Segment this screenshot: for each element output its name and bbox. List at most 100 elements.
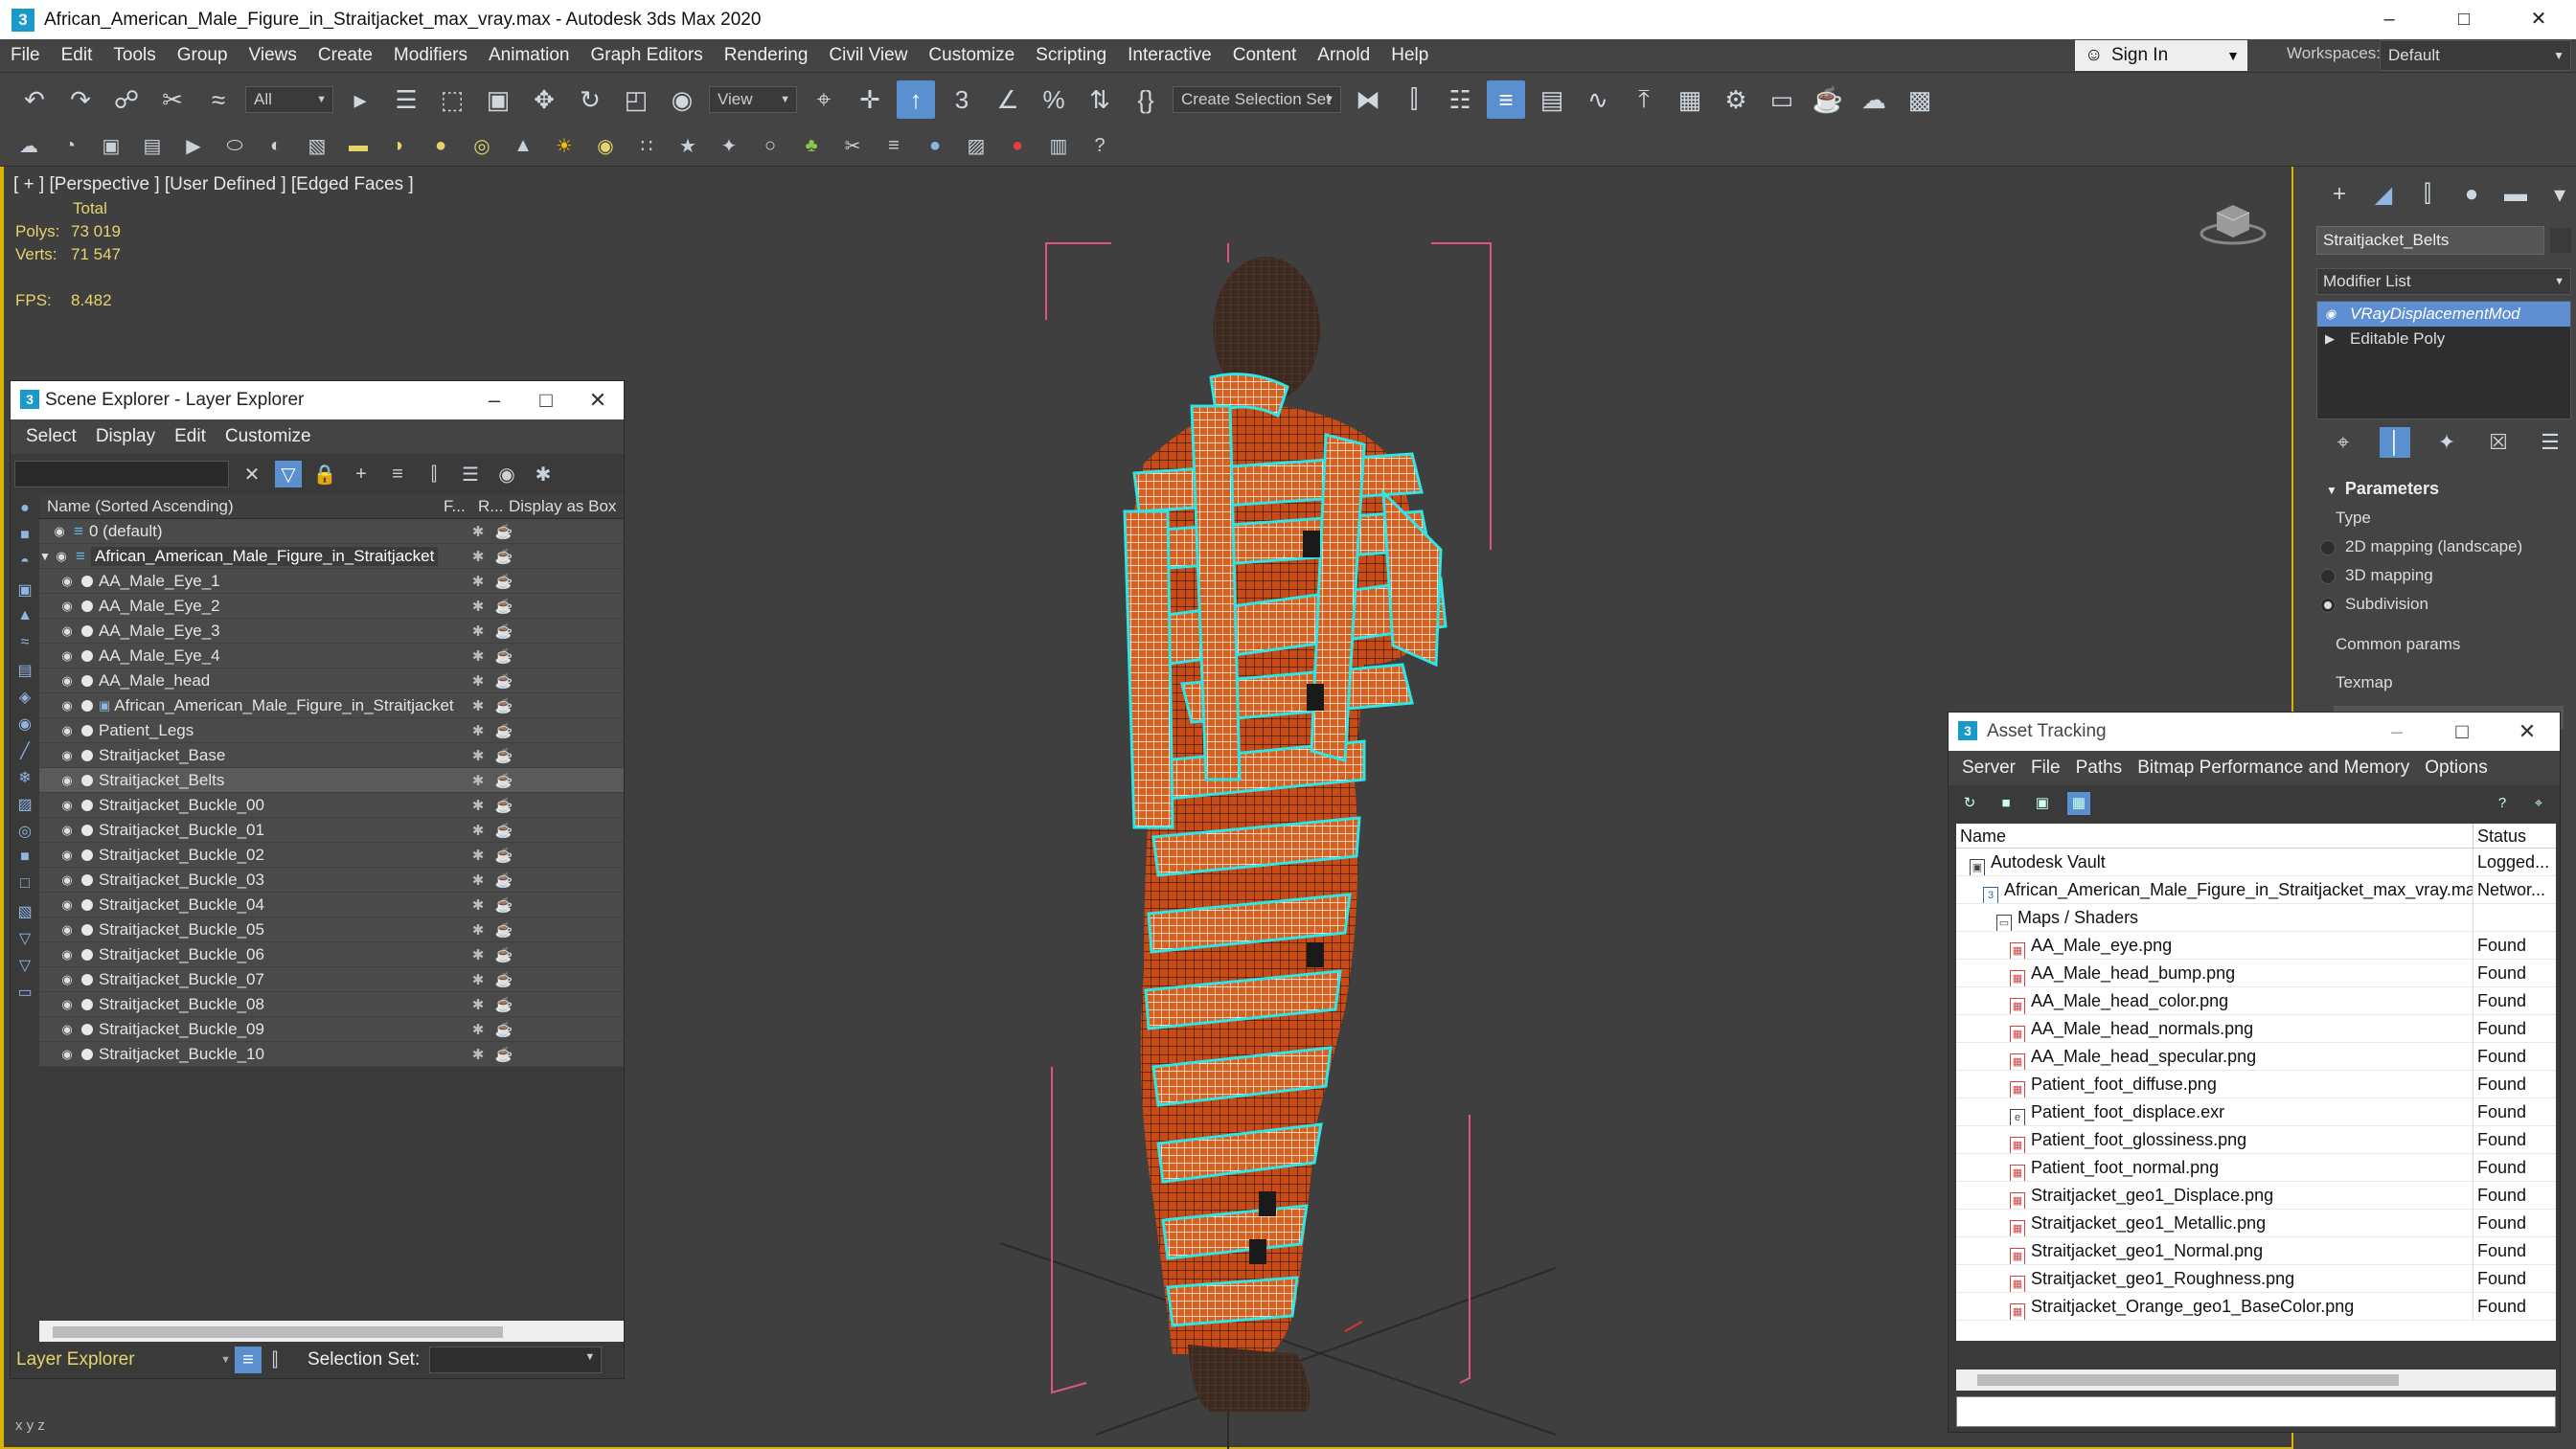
render-toggle-icon[interactable]: ☕ xyxy=(490,772,518,789)
menu-civil-view[interactable]: Civil View xyxy=(818,45,918,66)
toggle-layer-explorer-icon[interactable]: ≡ xyxy=(1487,80,1525,119)
filter-visible-icon[interactable]: ◎ xyxy=(14,822,35,843)
clear-search-icon[interactable]: ✕ xyxy=(239,461,265,487)
menu-group[interactable]: Group xyxy=(167,45,239,66)
close-button[interactable]: ✕ xyxy=(572,381,624,419)
layer-row[interactable]: ◉ Straitjacket_Buckle_00 ✱ ☕ xyxy=(39,793,624,818)
filter-selection-icon[interactable]: ▽ xyxy=(14,929,35,950)
asset-row[interactable]: ▦ Patient_foot_normal.png Found xyxy=(1956,1154,2556,1182)
menu-create[interactable]: Create xyxy=(308,45,383,66)
plane-icon[interactable]: ▬ xyxy=(345,133,372,160)
maximize-button[interactable]: □ xyxy=(2429,713,2495,751)
layer-row[interactable]: ◉ Straitjacket_Belts ✱ ☕ xyxy=(39,768,624,793)
ribbon-icon[interactable]: ▤ xyxy=(1533,80,1571,119)
material-editor-icon[interactable]: ▦ xyxy=(1671,80,1709,119)
mirror-icon[interactable]: ⧓ xyxy=(1349,80,1387,119)
link-icon[interactable]: ☍ xyxy=(107,80,146,119)
freeze-toggle-icon[interactable]: ✱ xyxy=(464,697,492,714)
filter-helpers-icon[interactable]: ▲ xyxy=(14,607,35,628)
unlink-icon[interactable]: ✂ xyxy=(153,80,192,119)
cylinder-icon[interactable]: ◗ xyxy=(386,133,413,160)
undo-icon[interactable]: ↶ xyxy=(15,80,54,119)
column-status[interactable]: Status xyxy=(2473,824,2526,848)
render-production-icon[interactable]: ☕ xyxy=(1809,80,1847,119)
select-by-name-icon[interactable]: ☰ xyxy=(387,80,425,119)
rotate-icon[interactable]: ↻ xyxy=(571,80,609,119)
visibility-eye-icon[interactable]: ◉ xyxy=(58,947,76,962)
menu-arnold[interactable]: Arnold xyxy=(1307,45,1380,66)
spinner-snap-icon[interactable]: ⇅ xyxy=(1081,80,1119,119)
layer-row[interactable]: ◉ Straitjacket_Buckle_02 ✱ ☕ xyxy=(39,843,624,868)
render-toggle-icon[interactable]: ☕ xyxy=(490,921,518,939)
make-unique-icon[interactable]: ✦ xyxy=(2431,427,2462,458)
layer-row[interactable]: ◉ AA_Male_Eye_4 ✱ ☕ xyxy=(39,644,624,668)
asset-row[interactable]: ▦ AA_Male_head_color.png Found xyxy=(1956,987,2556,1015)
viewport-label[interactable]: [ + ] [Perspective ] [User Defined ] [Ed… xyxy=(13,174,414,195)
asset-row[interactable]: ▭ Maps / Shaders xyxy=(1956,904,2556,932)
filter-invert-icon[interactable]: ▧ xyxy=(14,902,35,923)
column-renderable[interactable]: R... xyxy=(470,497,503,516)
freeze-toggle-icon[interactable]: ✱ xyxy=(464,573,492,590)
asset-row[interactable]: 3 African_American_Male_Figure_in_Straitj… xyxy=(1956,876,2556,904)
se-menu-display[interactable]: Display xyxy=(86,426,165,447)
layer-row[interactable]: ◉ Straitjacket_Buckle_10 ✱ ☕ xyxy=(39,1042,624,1067)
reference-coordinate-dropdown[interactable]: View ▼ xyxy=(709,86,797,113)
workspace-select[interactable]: Default ▼ xyxy=(2380,40,2571,71)
minimize-button[interactable]: – xyxy=(468,381,520,419)
layer-row[interactable]: ◉ AA_Male_Eye_3 ✱ ☕ xyxy=(39,619,624,644)
visibility-eye-icon[interactable]: ◉ xyxy=(58,599,76,614)
show-end-result-icon[interactable]: │ xyxy=(2380,427,2410,458)
viewcube-icon[interactable] xyxy=(2200,201,2267,245)
expand-arrow-icon[interactable]: ▶ xyxy=(2325,327,2335,351)
create-tab-icon[interactable]: + xyxy=(2324,181,2355,212)
filter-frozen-icon[interactable]: ❄ xyxy=(14,768,35,789)
explorer-selector[interactable]: Layer Explorer ▼ xyxy=(14,1347,235,1373)
freeze-toggle-icon[interactable]: ✱ xyxy=(464,971,492,988)
filter-bones-icon[interactable]: ◉ xyxy=(14,714,35,736)
filter-lights-icon[interactable]: ◓ xyxy=(14,554,35,575)
type-radio[interactable]: Subdivision xyxy=(2313,595,2576,614)
close-button[interactable]: ✕ xyxy=(2501,0,2576,39)
asset-row[interactable]: ▦ AA_Male_head_specular.png Found xyxy=(1956,1043,2556,1071)
modifier-stack-item[interactable]: ◉ VRayDisplacementMod xyxy=(2317,302,2570,327)
asset-row[interactable]: ▦ AA_Male_head_normals.png Found xyxy=(1956,1015,2556,1043)
shelf-icon-1[interactable]: ☁ xyxy=(15,133,42,160)
pin-stack-icon[interactable]: ⌖ xyxy=(2328,427,2359,458)
modifier-stack-item[interactable]: ▶ Editable Poly xyxy=(2317,327,2570,351)
remove-modifier-icon[interactable]: ☒ xyxy=(2483,427,2514,458)
freeze-toggle-icon[interactable]: ✱ xyxy=(464,1021,492,1038)
se-menu-select[interactable]: Select xyxy=(16,426,86,447)
freeze-toggle-icon[interactable]: ✱ xyxy=(464,1046,492,1063)
filter-hidden-icon[interactable]: ▨ xyxy=(14,795,35,816)
render-toggle-icon[interactable]: ☕ xyxy=(490,872,518,889)
window-crossing-icon[interactable]: ▣ xyxy=(479,80,517,119)
column-display-as-box[interactable]: Display as Box xyxy=(497,497,616,516)
stack-icon[interactable]: ☰ xyxy=(457,461,484,487)
filter-icon[interactable]: ▽ xyxy=(275,461,302,487)
menu-modifiers[interactable]: Modifiers xyxy=(383,45,478,66)
hair-icon[interactable]: ≡ xyxy=(880,133,907,160)
vray-settings-icon[interactable]: ▥ xyxy=(1045,133,1072,160)
bind-space-warp-icon[interactable]: ≈ xyxy=(199,80,238,119)
close-button[interactable]: ✕ xyxy=(2495,713,2560,751)
object-name-field[interactable]: Straitjacket_Belts xyxy=(2316,226,2544,255)
layer-row[interactable]: ◉ AA_Male_Eye_1 ✱ ☕ xyxy=(39,569,624,594)
rendered-frame-window-icon[interactable]: ▭ xyxy=(1763,80,1801,119)
vray-render-icon[interactable]: ● xyxy=(1004,133,1031,160)
render-toggle-icon[interactable]: ☕ xyxy=(490,647,518,665)
cloth-icon[interactable]: ✂ xyxy=(839,133,866,160)
layer-row[interactable]: ▼ ◉ ≡ African_American_Male_Figure_in_Strai… xyxy=(39,544,624,569)
vray-sphere-icon[interactable]: ● xyxy=(922,133,948,160)
column-name[interactable]: Name (Sorted Ascending) xyxy=(39,497,444,516)
render-toggle-icon[interactable]: ☕ xyxy=(490,1021,518,1038)
render-toggle-icon[interactable]: ☕ xyxy=(490,1046,518,1063)
menu-animation[interactable]: Animation xyxy=(478,45,581,66)
layer-row[interactable]: ◉ Straitjacket_Base ✱ ☕ xyxy=(39,743,624,768)
render-toggle-icon[interactable]: ☕ xyxy=(490,523,518,540)
shelf-icon-6[interactable]: ⬭ xyxy=(221,133,248,160)
layer-row[interactable]: ◉ AA_Male_head ✱ ☕ xyxy=(39,668,624,693)
sphere-icon[interactable]: ● xyxy=(427,133,454,160)
sort-by-hierarchy-icon[interactable]: ⫿ xyxy=(262,1347,288,1373)
filter-xrefs-icon[interactable]: ◈ xyxy=(14,688,35,709)
freeze-toggle-icon[interactable]: ✱ xyxy=(464,772,492,789)
